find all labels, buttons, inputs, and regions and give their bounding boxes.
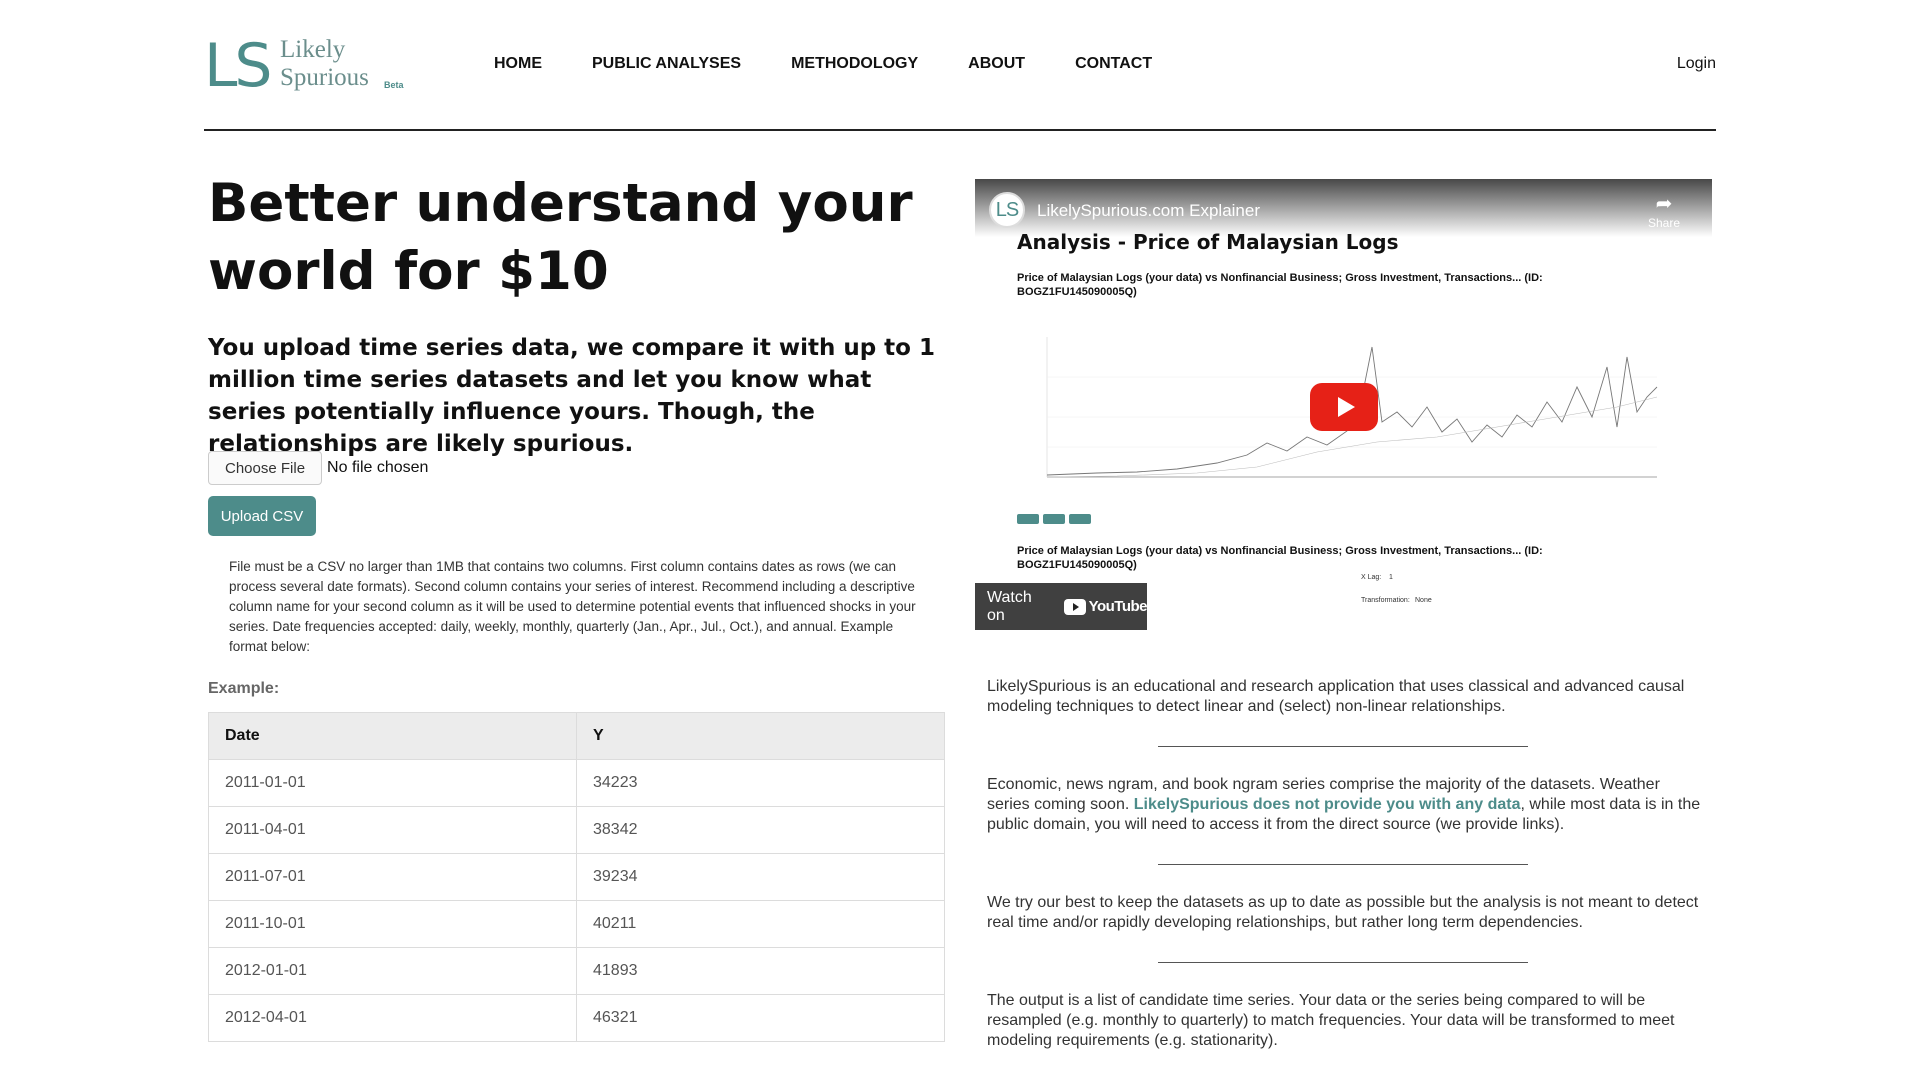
cell-value: 41893	[576, 947, 945, 995]
divider	[1158, 962, 1528, 963]
column-header-y: Y	[576, 712, 945, 760]
x-lag-label: X Lag:	[1361, 574, 1382, 581]
youtube-wordmark: YouTube	[1088, 598, 1148, 615]
nav-methodology[interactable]: METHODOLOGY	[791, 55, 918, 73]
share-label: Share	[1647, 216, 1681, 230]
cell-date: 2011-04-01	[208, 806, 577, 854]
nav-about[interactable]: ABOUT	[968, 55, 1025, 73]
video-title[interactable]: LikelySpurious.com Explainer	[1037, 201, 1260, 221]
cell-date: 2011-01-01	[208, 759, 577, 807]
main-nav: HOME PUBLIC ANALYSES METHODOLOGY ABOUT C…	[494, 55, 1202, 73]
divider	[1158, 746, 1528, 747]
table-row: 2012-04-01 46321	[208, 994, 945, 1042]
table-header-row: Date Y	[208, 712, 945, 760]
table-row: 2011-10-01 40211	[208, 900, 945, 948]
share-button[interactable]: ➦ Share	[1644, 191, 1684, 230]
cell-value: 34223	[576, 759, 945, 807]
share-icon: ➦	[1655, 193, 1673, 215]
file-picker: Choose File No file chosen	[208, 451, 428, 485]
nav-contact[interactable]: CONTACT	[1075, 55, 1152, 73]
cell-date: 2012-01-01	[208, 947, 577, 995]
upload-help-text: File must be a CSV no larger than 1MB th…	[229, 559, 916, 654]
cell-value: 38342	[576, 806, 945, 854]
slide-buttons	[1017, 514, 1091, 524]
logo-mark: LS	[204, 31, 272, 101]
logo-text-likely: Likely	[280, 36, 346, 63]
cell-date: 2011-07-01	[208, 853, 577, 901]
table-row: 2012-01-01 41893	[208, 947, 945, 995]
example-table: Date Y 2011-01-01 34223 2011-04-01 38342 2…	[208, 712, 945, 1042]
upload-csv-button[interactable]: Upload CSV	[208, 496, 316, 536]
hero-subtitle: You upload time series data, we compare …	[208, 335, 935, 457]
table-row: 2011-01-01 34223	[208, 759, 945, 807]
channel-avatar[interactable]: LS	[989, 192, 1025, 228]
cell-date: 2011-10-01	[208, 900, 577, 948]
table-row: 2011-07-01 39234	[208, 853, 945, 901]
about-paragraph-1: LikelySpurious is an educational and res…	[987, 678, 1685, 715]
divider	[1158, 864, 1528, 865]
hero-title: Better understand your world for $10	[208, 173, 913, 302]
youtube-logo: YouTube	[1063, 598, 1148, 615]
slide-caption-2: Price of Malaysian Logs (your data) vs N…	[1017, 545, 1543, 571]
example-label: Example:	[208, 680, 280, 697]
transformation-value: None	[1415, 597, 1432, 604]
slide-caption: Price of Malaysian Logs (your data) vs N…	[1017, 272, 1543, 298]
transformation-label: Transformation:	[1361, 597, 1410, 604]
about-paragraph-4: The output is a list of candidate time s…	[987, 992, 1675, 1049]
file-status: No file chosen	[327, 459, 429, 476]
youtube-embed[interactable]: Analysis - Price of Malaysian Logs Price…	[975, 179, 1712, 630]
beta-badge: Beta	[384, 80, 404, 90]
play-button[interactable]	[1310, 383, 1378, 431]
table-row: 2011-04-01 38342	[208, 806, 945, 854]
nav-home[interactable]: HOME	[494, 55, 542, 73]
cell-date: 2012-04-01	[208, 994, 577, 1042]
youtube-icon	[1063, 598, 1086, 615]
no-data-link[interactable]: LikelySpurious does not provide you with…	[1134, 796, 1521, 813]
watch-on-youtube-button[interactable]: Watch on YouTube	[975, 583, 1148, 630]
about-paragraph-2: Economic, news ngram, and book ngram ser…	[987, 775, 1702, 835]
cell-value: 40211	[576, 900, 945, 948]
logo-text-spurious: Spurious	[280, 64, 369, 91]
column-header-date: Date	[208, 712, 577, 760]
nav-public-analyses[interactable]: PUBLIC ANALYSES	[592, 55, 741, 73]
login-link[interactable]: Login	[1677, 55, 1716, 73]
site-header: LS Likely Spurious Beta HOME PUBLIC ANAL…	[204, 0, 1716, 131]
about-paragraph-3: We try our best to keep the datasets as …	[987, 894, 1699, 931]
cell-value: 46321	[576, 994, 945, 1042]
x-lag-value: 1	[1389, 574, 1393, 581]
choose-file-button[interactable]: Choose File	[208, 451, 323, 485]
cell-value: 39234	[576, 853, 945, 901]
watch-on-label: Watch on	[987, 588, 1032, 624]
play-icon	[1337, 397, 1355, 417]
